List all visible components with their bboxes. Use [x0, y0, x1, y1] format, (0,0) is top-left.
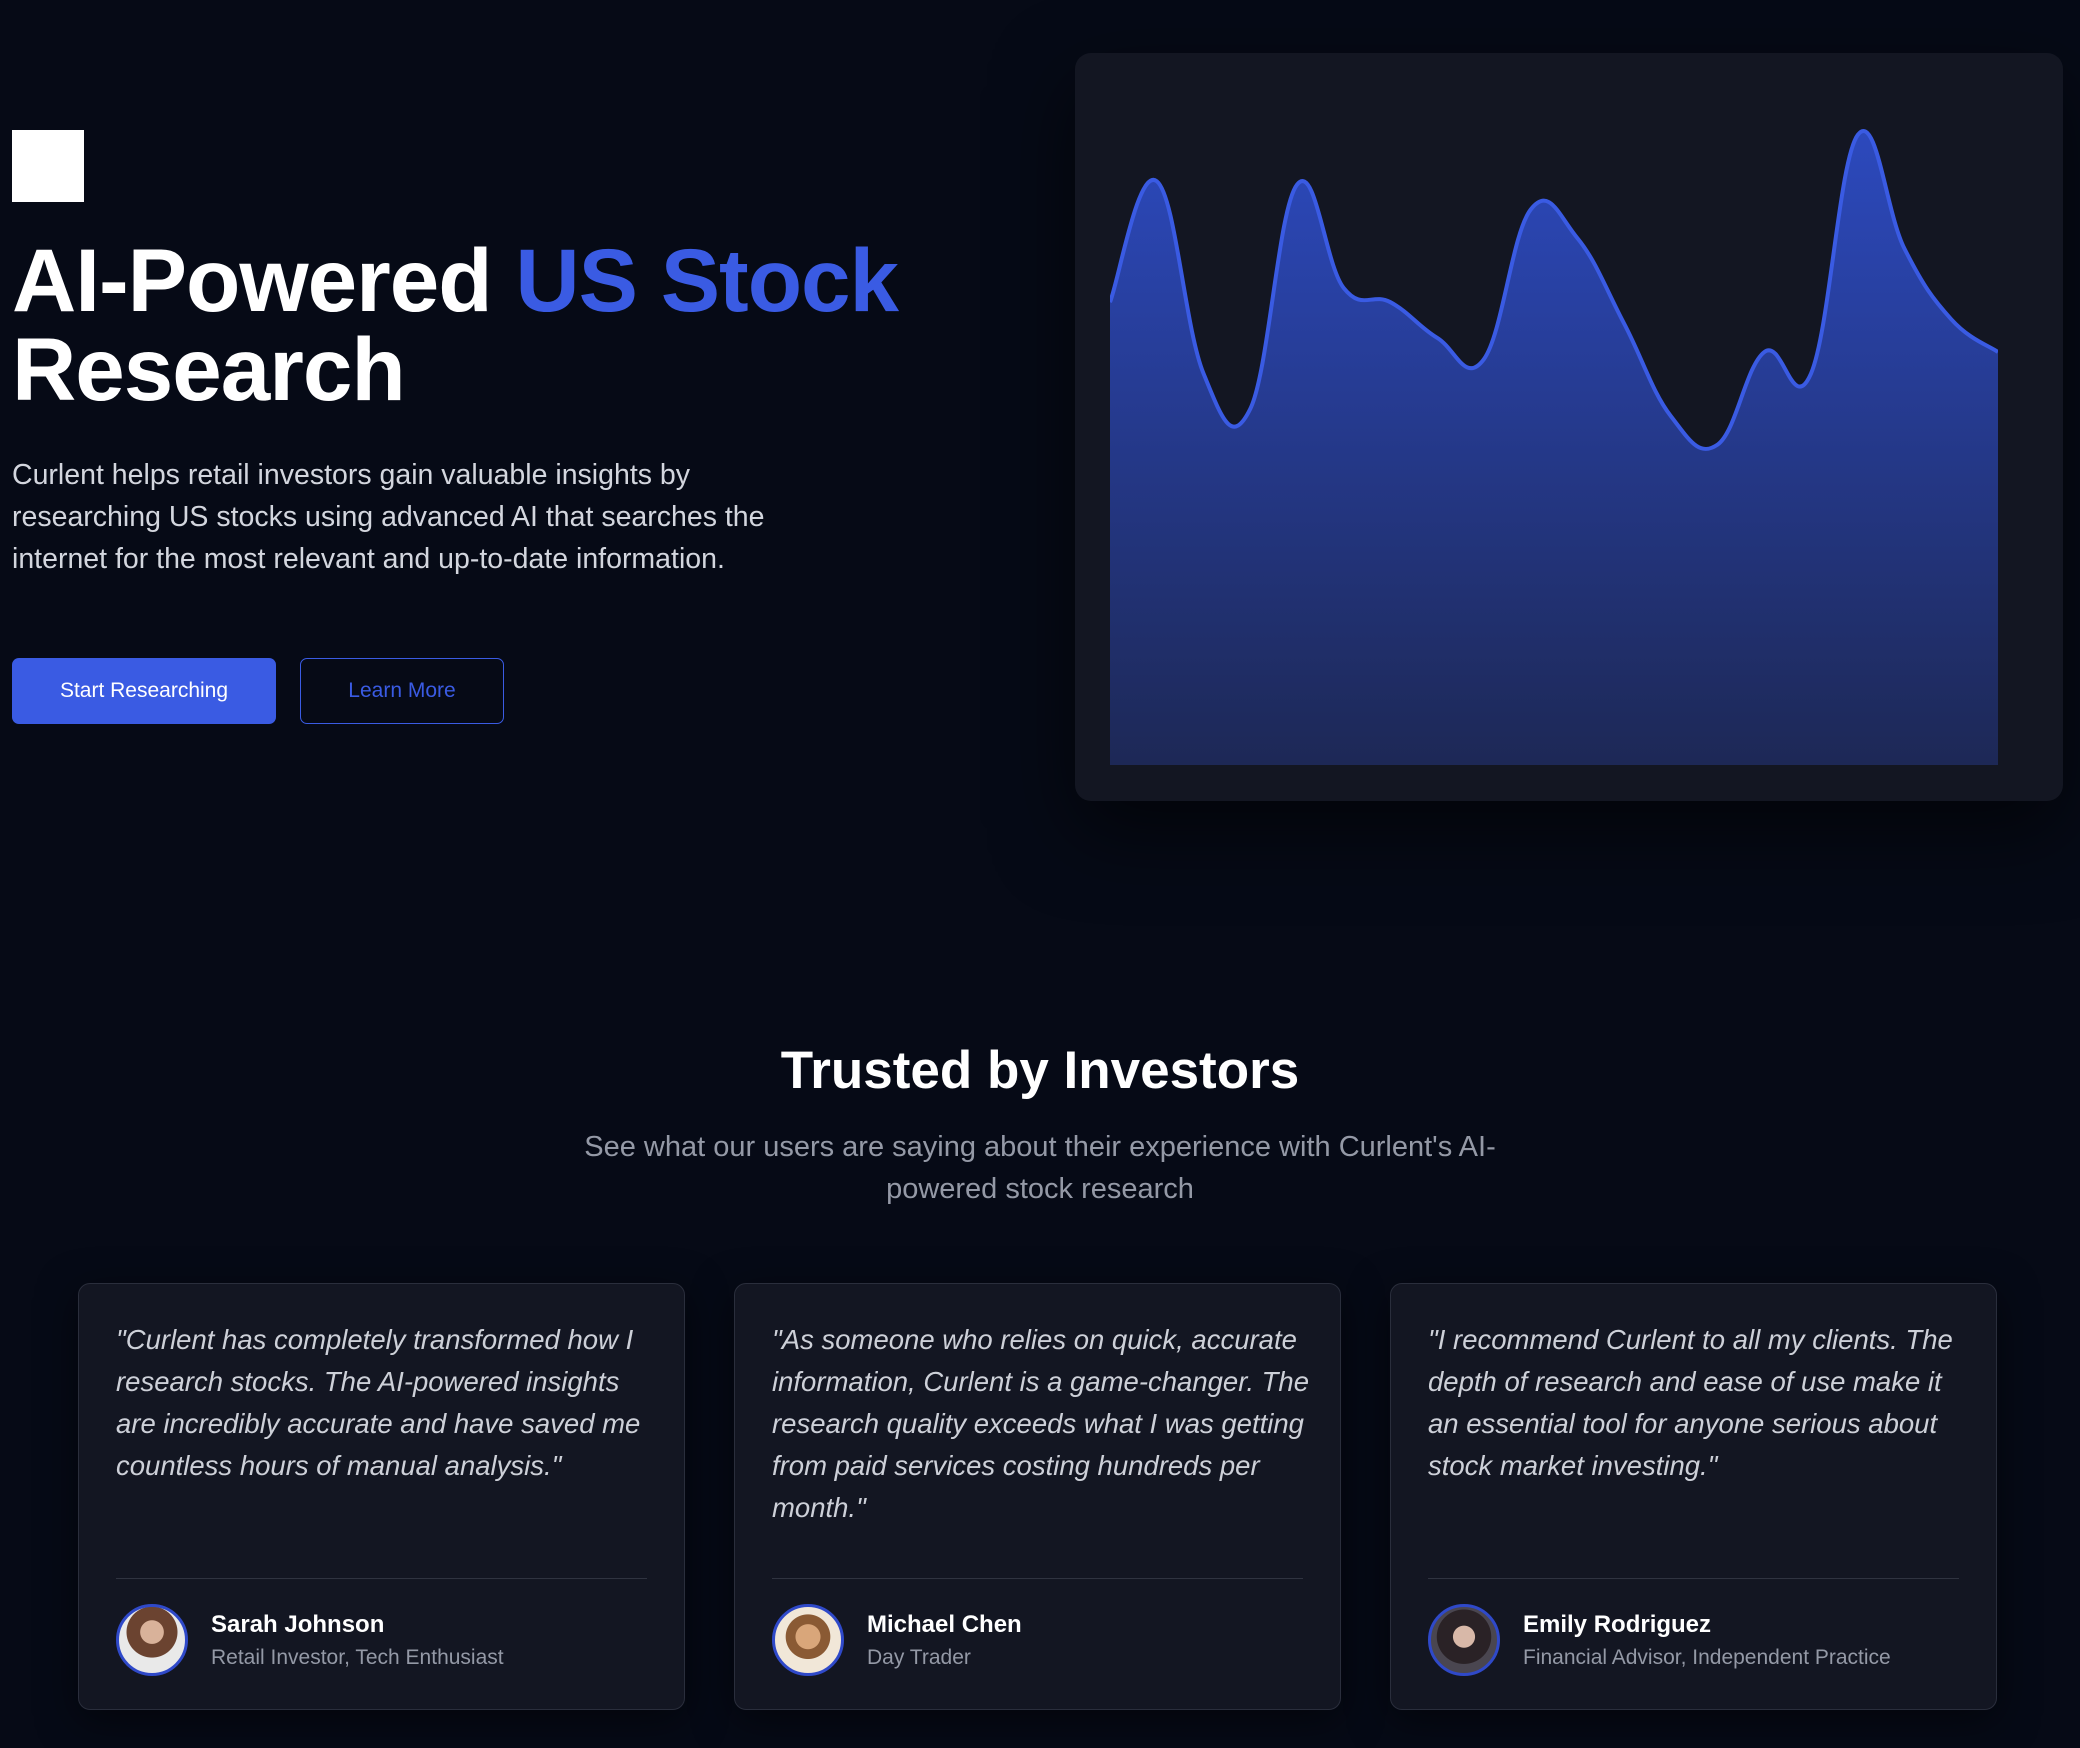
testimonial-name: Emily Rodriguez: [1523, 1611, 1712, 1638]
testimonial-role: Day Trader: [867, 1646, 971, 1669]
chart-card: [1075, 53, 2063, 801]
testimonial-card: "Curlent has completely transformed how …: [78, 1283, 685, 1710]
testimonial-card: "I recommend Curlent to all my clients. …: [1390, 1283, 1997, 1710]
title-part: Research: [12, 319, 406, 419]
divider: [772, 1578, 1303, 1579]
testimonial-name: Michael Chen: [867, 1611, 1022, 1638]
avatar: [1428, 1604, 1500, 1676]
divider: [1428, 1578, 1959, 1579]
title-part: AI-Powered: [12, 230, 516, 330]
testimonial-name: Sarah Johnson: [211, 1611, 385, 1638]
chart-area: [1110, 131, 1998, 765]
avatar: [116, 1604, 188, 1676]
area-chart: [1110, 129, 1998, 765]
testimonial-quote: "I recommend Curlent to all my clients. …: [1428, 1324, 1953, 1481]
testimonial-role: Retail Investor, Tech Enthusiast: [211, 1646, 504, 1669]
logo: [12, 130, 84, 202]
title-accent: US Stock: [515, 230, 899, 330]
testimonial-card: "As someone who relies on quick, accurat…: [734, 1283, 1341, 1710]
section-subtitle: See what our users are saying about thei…: [584, 1131, 1496, 1205]
testimonial-role: Financial Advisor, Independent Practice: [1523, 1646, 1891, 1669]
hero-description: Curlent helps retail investors gain valu…: [12, 459, 765, 575]
hero-title: AI-Powered US Stock Research: [12, 236, 899, 414]
testimonial-quote: "Curlent has completely transformed how …: [116, 1324, 641, 1481]
testimonial-quote: "As someone who relies on quick, accurat…: [772, 1324, 1310, 1523]
divider: [116, 1578, 647, 1579]
start-researching-button[interactable]: Start Researching: [12, 658, 276, 724]
section-title: Trusted by Investors: [780, 1041, 1300, 1100]
learn-more-button[interactable]: Learn More: [300, 658, 504, 724]
avatar: [772, 1604, 844, 1676]
